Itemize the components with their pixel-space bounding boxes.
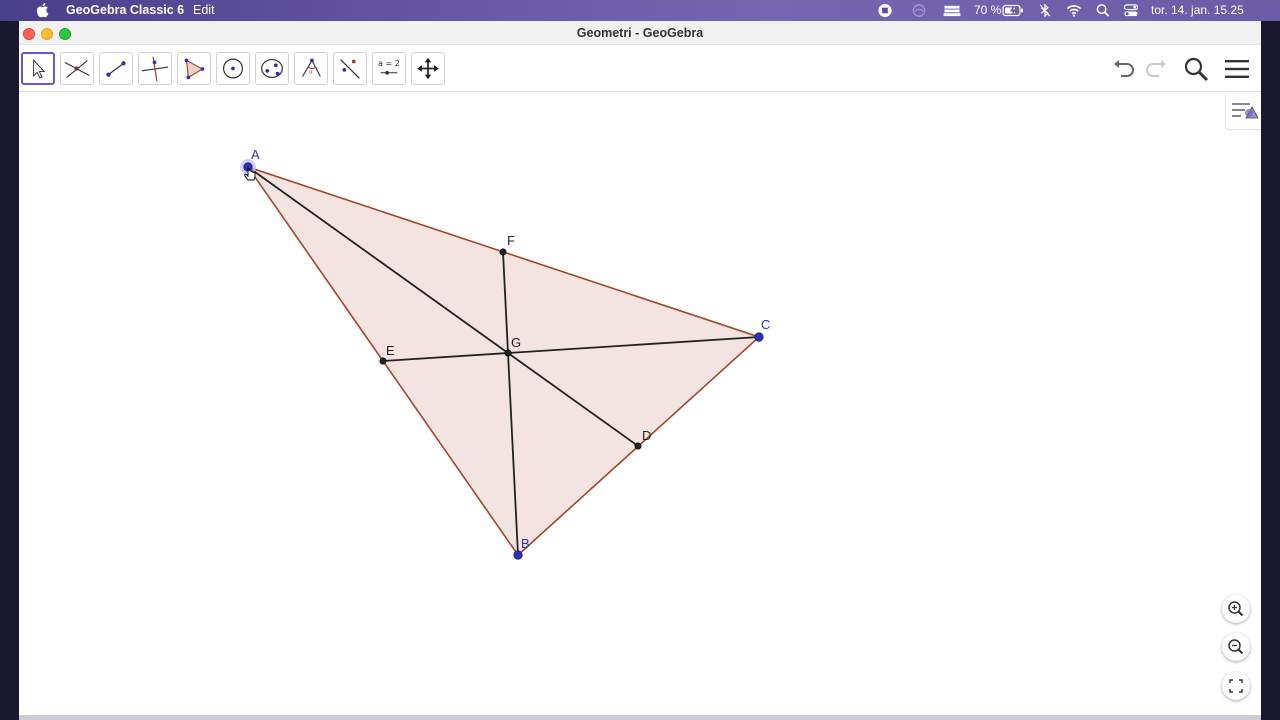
reflect-tool-button[interactable] <box>333 52 367 85</box>
macos-menu-bar: GeoGebra Classic 6 Edit 70 % tor. 14. ja… <box>0 0 1280 21</box>
window-title: Geometri - GeoGebra <box>576 26 704 40</box>
edit-menu[interactable]: Edit <box>193 3 215 17</box>
label-a: A <box>251 147 260 162</box>
segment-tool-button[interactable] <box>99 52 133 85</box>
point-b[interactable] <box>513 550 523 560</box>
circle-tool-button[interactable] <box>216 52 250 85</box>
zoom-out-icon <box>1228 639 1244 655</box>
slider-icon: a = 2 <box>378 59 400 75</box>
polygon-icon <box>184 58 205 80</box>
svg-text:α: α <box>309 70 313 76</box>
battery-percentage: 70 % <box>974 3 1002 17</box>
siri-icon[interactable] <box>911 3 927 18</box>
point-d[interactable] <box>634 442 642 450</box>
triangle-abc[interactable] <box>245 165 761 557</box>
label-e: E <box>386 343 395 358</box>
label-f: F <box>507 233 515 248</box>
screen-record-icon[interactable] <box>877 3 893 18</box>
apple-icon[interactable] <box>35 2 49 18</box>
fullscreen-button[interactable] <box>1222 672 1250 700</box>
intersect-point-icon <box>64 60 90 78</box>
spotlight-icon[interactable] <box>1095 3 1111 18</box>
battery-icon[interactable] <box>1002 3 1024 18</box>
window-titlebar[interactable]: Geometri - GeoGebra <box>19 21 1261 45</box>
fullscreen-icon <box>1229 679 1243 693</box>
stacks-icon[interactable] <box>942 3 962 18</box>
search-button[interactable] <box>1183 56 1209 82</box>
geometry-canvas[interactable]: A B C D E F G <box>19 93 1261 716</box>
angle-icon: α <box>302 58 321 77</box>
zoom-in-button[interactable] <box>1222 595 1250 623</box>
slider-tool-button[interactable]: a = 2 <box>372 52 406 85</box>
zoom-in-icon <box>1228 601 1244 617</box>
style-bar-toggle-icon <box>1232 103 1259 119</box>
label-b: B <box>521 536 530 551</box>
point-c[interactable] <box>754 332 764 342</box>
app-menu-name[interactable]: GeoGebra Classic 6 <box>66 3 184 17</box>
circle-icon <box>222 58 244 79</box>
main-menu-button[interactable] <box>1224 56 1250 82</box>
angle-tool-button[interactable]: α <box>294 52 328 85</box>
perpendicular-line-icon <box>141 56 169 82</box>
menu-icon <box>1225 60 1249 78</box>
redo-icon <box>1146 60 1166 77</box>
conic-tool-button[interactable] <box>255 52 289 85</box>
label-d: D <box>642 428 651 443</box>
segment-icon <box>106 61 126 77</box>
control-center-icon[interactable] <box>1123 3 1139 18</box>
polygon-tool-button[interactable] <box>177 52 211 85</box>
point-tool-button[interactable] <box>60 52 94 85</box>
cursor-arrow-icon <box>33 58 46 79</box>
undo-button[interactable] <box>1111 56 1137 82</box>
wifi-icon[interactable] <box>1066 3 1082 18</box>
undo-icon <box>1114 60 1134 77</box>
redo-button[interactable] <box>1143 56 1169 82</box>
label-g: G <box>511 335 521 350</box>
clock[interactable]: tor. 14. jan. 15.25 <box>1151 3 1244 17</box>
move-tool-button[interactable] <box>21 52 55 85</box>
point-e[interactable] <box>379 357 387 365</box>
geogebra-window: Geometri - GeoGebra α a = 2 A B C D E F … <box>19 21 1261 716</box>
dock-edge <box>19 715 1261 720</box>
zoom-out-button[interactable] <box>1222 633 1250 661</box>
bluetooth-icon[interactable] <box>1037 3 1053 18</box>
label-c: C <box>761 317 770 332</box>
tool-bar: α a = 2 <box>19 46 1261 92</box>
point-g[interactable] <box>504 349 512 357</box>
style-bar-toggle[interactable] <box>1225 94 1261 130</box>
slider-tool-label: a = 2 <box>378 59 400 68</box>
graphics-view[interactable]: A B C D E F G <box>19 93 1261 716</box>
search-icon <box>1184 57 1209 82</box>
move-graphics-view-tool-button[interactable] <box>411 52 445 85</box>
perpendicular-line-tool-button[interactable] <box>138 52 172 85</box>
point-f[interactable] <box>499 248 507 256</box>
reflect-line-icon <box>340 59 360 79</box>
move-arrows-icon <box>417 57 439 80</box>
ellipse-icon <box>261 58 283 79</box>
